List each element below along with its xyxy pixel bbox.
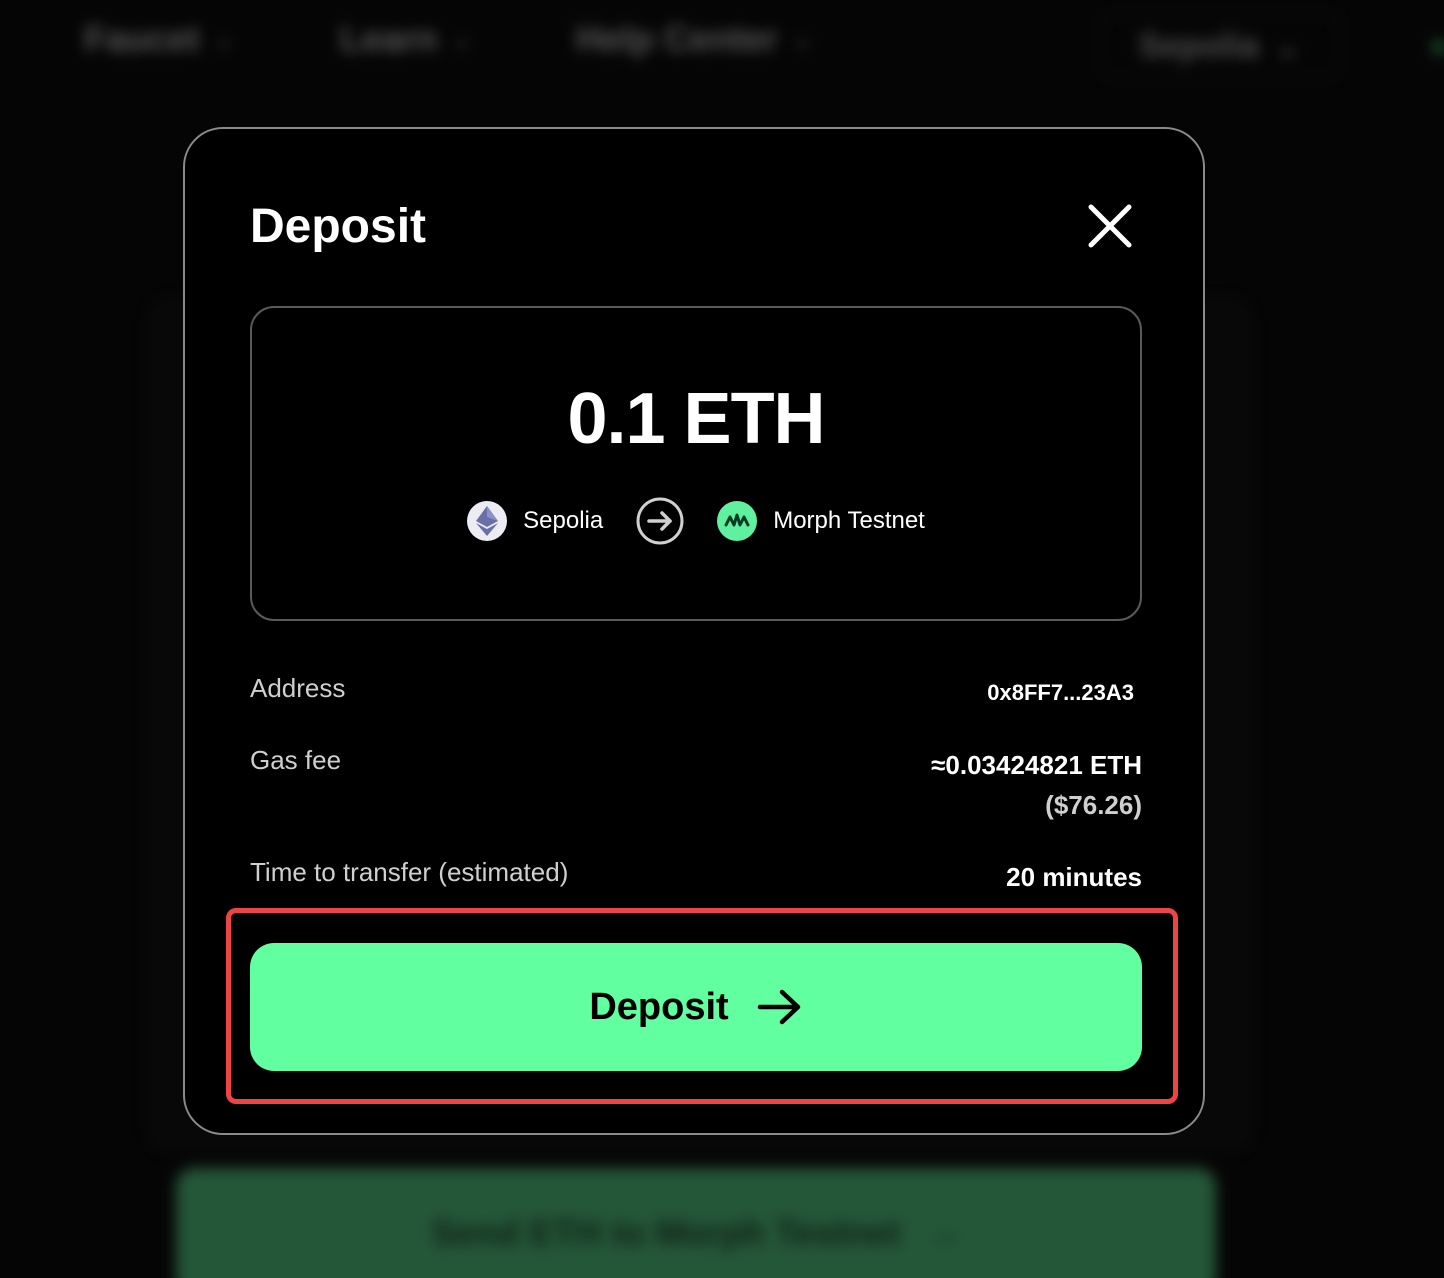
top-navigation: Faucet ⌄ Learn ⌄ Help Center ⌄ Sepolia ⌄ — [0, 0, 1444, 84]
address-value: 0x8FF7...23A3 — [987, 680, 1134, 705]
send-eth-button[interactable]: Send ETH to Morph Testnet → — [176, 1168, 1216, 1278]
time-row: Time to transfer (estimated) 20 minutes — [250, 857, 1142, 897]
arrow-right-icon — [757, 989, 800, 1025]
network-selector-label: Sepolia — [1138, 26, 1260, 65]
nav-item-learn[interactable]: Learn ⌄ — [340, 18, 472, 60]
gas-fee-label: Gas fee — [250, 745, 342, 775]
ethereum-icon — [467, 501, 508, 541]
deposit-button[interactable]: Deposit — [250, 943, 1142, 1071]
amount-summary: 0.1 ETH Sepolia Morph Testnet — [250, 306, 1142, 621]
screen: Faucet ⌄ Learn ⌄ Help Center ⌄ Sepolia ⌄… — [0, 0, 1444, 1278]
close-icon — [1088, 204, 1132, 248]
morph-icon — [717, 501, 758, 541]
network-selector[interactable]: Sepolia ⌄ — [1100, 14, 1340, 78]
time-label: Time to transfer (estimated) — [250, 857, 569, 887]
deposit-button-label: Deposit — [589, 985, 729, 1028]
gas-fee-value: ≈0.03424821 ETH ($76.26) — [931, 745, 1142, 825]
send-eth-button-label: Send ETH to Morph Testnet — [431, 1212, 901, 1253]
gas-fee-eth: ≈0.03424821 ETH — [931, 750, 1142, 780]
arrow-right-circle-icon — [635, 496, 685, 546]
chevron-down-icon: ⌄ — [452, 25, 473, 53]
close-button[interactable] — [1085, 201, 1135, 251]
chevron-down-icon: ⌄ — [792, 25, 813, 53]
route: Sepolia Morph Testnet — [252, 496, 1140, 546]
gas-fee-usd: ($76.26) — [1045, 790, 1142, 820]
to-chain: Morph Testnet — [717, 501, 925, 541]
nav-item-label: Faucet — [84, 18, 201, 59]
deposit-modal: Deposit 0.1 ETH Sepolia Morph Testnet Ad… — [183, 127, 1205, 1135]
chevron-down-icon: ⌄ — [1273, 27, 1302, 65]
deposit-amount: 0.1 ETH — [567, 379, 825, 459]
nav-item-help-center[interactable]: Help Center ⌄ — [576, 18, 812, 60]
nav-item-faucet[interactable]: Faucet ⌄ — [84, 18, 234, 60]
address-row: Address 0x8FF7...23A3 — [250, 673, 1142, 713]
gas-fee-row: Gas fee ≈0.03424821 ETH ($76.26) — [250, 745, 1142, 825]
from-chain: Sepolia — [467, 501, 603, 541]
modal-title: Deposit — [250, 200, 427, 253]
to-chain-label: Morph Testnet — [773, 507, 925, 534]
from-chain-label: Sepolia — [523, 507, 604, 534]
arrow-right-icon: → — [924, 1212, 961, 1253]
chevron-down-icon: ⌄ — [214, 25, 235, 53]
address-label: Address — [250, 673, 346, 703]
time-value: 20 minutes — [1006, 862, 1142, 892]
nav-item-label: Learn — [340, 18, 439, 59]
nav-item-label: Help Center — [576, 18, 779, 59]
status-dot — [1432, 40, 1444, 54]
